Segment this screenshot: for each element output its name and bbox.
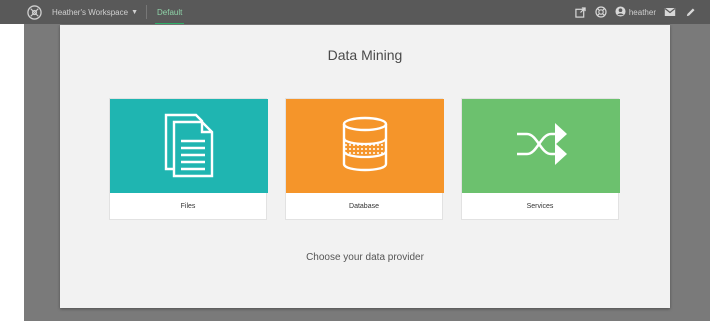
data-mining-dialog: Data Mining Files Database Services Choo… [60, 25, 670, 308]
provider-tile [462, 99, 620, 193]
provider-card-files[interactable]: Files [109, 98, 268, 220]
share-icon[interactable] [575, 6, 587, 18]
provider-label: Services [526, 203, 554, 210]
divider [146, 5, 148, 19]
provider-tile [286, 99, 444, 193]
header-tools: heather [575, 5, 696, 19]
edit-icon[interactable] [684, 6, 696, 18]
tab-default[interactable]: Default [155, 1, 185, 25]
user-menu[interactable]: heather [615, 5, 656, 19]
database-icon [340, 115, 390, 178]
shuffle-icon [513, 120, 569, 173]
mail-icon[interactable] [664, 6, 676, 18]
provider-label: Files [180, 203, 196, 210]
left-gutter [0, 24, 24, 321]
chevron-down-icon: ▼ [131, 8, 139, 16]
dialog-prompt: Choose your data provider [306, 252, 424, 263]
provider-label: Database [349, 203, 379, 210]
workspace-menu[interactable]: Heather's Workspace ▼ [52, 8, 138, 17]
top-bar: Heather's Workspace ▼ Default heather [0, 0, 710, 25]
help-icon[interactable] [595, 6, 607, 18]
app-logo-icon[interactable] [26, 4, 42, 20]
provider-card-services[interactable]: Services [461, 98, 620, 220]
workspace-label: Heather's Workspace [52, 7, 129, 17]
provider-tile [110, 99, 268, 193]
provider-card-database[interactable]: Database [285, 98, 444, 220]
user-icon [615, 5, 626, 19]
files-icon [161, 109, 217, 184]
username: heather [628, 7, 656, 17]
dialog-title: Data Mining [327, 47, 403, 63]
